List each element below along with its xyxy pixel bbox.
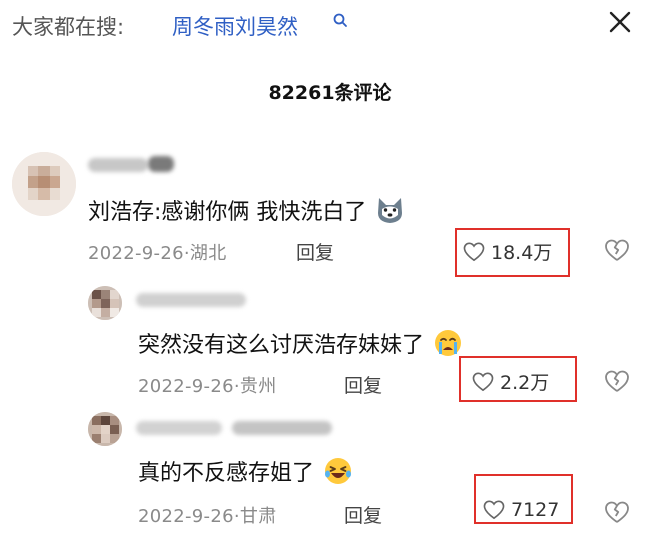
like-count: 7127 (511, 499, 560, 521)
username-blurred[interactable] (88, 156, 178, 172)
comment-meta: 2022-9-26·贵州 (138, 376, 277, 397)
comment-2: 突然没有这么讨厌浩存妹妹了 (138, 327, 463, 359)
comment-text: 突然没有这么讨厌浩存妹妹了 (138, 333, 425, 358)
heart-icon (483, 500, 505, 520)
reply-button[interactable]: 回复 (344, 501, 382, 528)
like-count: 2.2万 (500, 372, 550, 394)
reply-button[interactable]: 回复 (296, 238, 334, 265)
crying-face-emoji (435, 330, 462, 356)
comment-location: 贵州 (239, 376, 277, 397)
comment-date: 2022-9-26 (138, 376, 234, 397)
avatar-blurred-image (88, 286, 122, 320)
like-button[interactable]: 18.4万 (463, 238, 552, 265)
comment-date: 2022-9-26 (138, 506, 234, 527)
avatar[interactable] (12, 152, 76, 216)
comment-count-header: 82261条评论 (268, 82, 392, 104)
comment-date: 2022-9-26 (88, 243, 184, 264)
heart-icon (472, 372, 494, 391)
comment-text: 刘浩存:感谢你俩 我快洗白了 (88, 200, 367, 225)
heart-icon (463, 242, 485, 261)
search-prefix-label: 大家都在搜: (12, 15, 125, 39)
broken-heart-icon[interactable] (604, 369, 630, 393)
broken-heart-icon[interactable] (604, 238, 630, 262)
husky-dog-emoji (378, 198, 403, 223)
avatar-blurred-image (12, 152, 76, 216)
username-blurred[interactable] (136, 420, 336, 436)
avatar[interactable] (88, 412, 122, 446)
broken-heart-icon[interactable] (604, 500, 630, 524)
comment-meta: 2022-9-26·湖北 (88, 243, 227, 264)
like-button[interactable]: 7127 (483, 499, 559, 521)
reply-button[interactable]: 回复 (344, 371, 382, 398)
like-button[interactable]: 2.2万 (472, 368, 549, 395)
search-query-link[interactable]: 周冬雨刘昊然 (172, 11, 298, 41)
close-icon[interactable] (606, 8, 634, 36)
username-blurred[interactable] (136, 292, 256, 308)
comment-1: 刘浩存:感谢你俩 我快洗白了 (88, 194, 405, 226)
comment-location: 湖北 (189, 243, 227, 264)
search-icon[interactable] (332, 12, 350, 30)
comment-3: 真的不反感存姐了 (138, 455, 353, 487)
avatar-blurred-image (88, 412, 122, 446)
comment-meta: 2022-9-26·甘肃 (138, 506, 277, 527)
comment-text: 真的不反感存姐了 (138, 461, 315, 486)
like-count: 18.4万 (491, 242, 553, 264)
comment-location: 甘肃 (239, 506, 277, 527)
laughing-tears-emoji (325, 458, 352, 484)
avatar[interactable] (88, 286, 122, 320)
